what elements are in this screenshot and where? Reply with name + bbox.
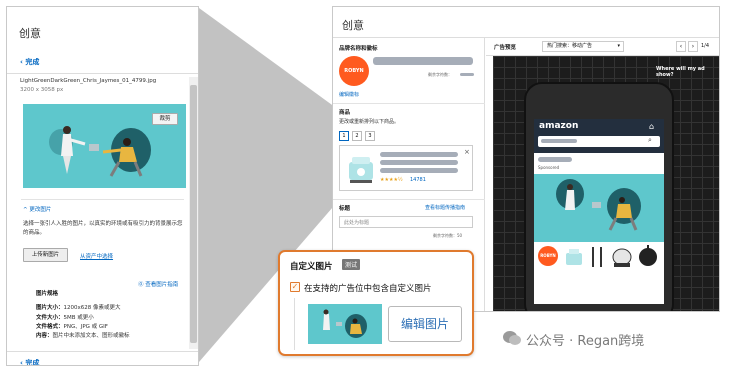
placement-select[interactable]: 热门搜索：移动广告 ▾ [542,41,624,52]
chars-left-value [460,73,474,76]
brand-logo[interactable]: ROBYN [339,56,369,86]
edit-image-button[interactable]: 编辑图片 [388,306,462,342]
amazon-logo: amazon [539,121,579,131]
checkmark-icon: ✓ [291,282,299,291]
product-tab-3[interactable]: 3 [365,131,375,141]
headline-section-label: 标题 [339,206,351,212]
product-thumbnail [349,157,373,183]
ad-brand-logo[interactable]: ROBYN [538,246,558,266]
file-dimensions: 3200 x 3058 px [20,87,64,93]
sponsored-label: Sponsored [538,165,560,170]
spec-row: 图片大小：1200x628 像素或更大 [36,303,121,311]
spec-value: PNG、JPG 或 GIF [63,324,108,330]
change-image-label: 更改图片 [29,207,52,213]
ad-preview: 广告预览 热门搜索：移动广告 ▾ ‹ › 1/4 Where will my ad… [486,38,719,311]
phone-screen: amazon ⌂ ⌕ Sponsored ROBYN [534,119,664,304]
spec-row: 文件大小：5MB 或更小 [36,313,94,321]
search-icon[interactable]: ⌕ [648,136,652,145]
edit-logo-link[interactable]: 编辑徽标 [339,91,359,98]
change-image-toggle[interactable]: ^ 更改图片 [23,205,51,213]
wechat-icon [503,331,521,345]
panel-title: 创意 [342,19,364,32]
upload-image-button[interactable]: 上传新图片 [23,248,68,262]
divider [333,103,485,104]
view-image-guide-link[interactable]: ⓪ 查看图片指南 [138,280,178,288]
ad-products-row[interactable] [564,243,662,271]
chars-left: 剩余字符数：50 [433,233,463,238]
divider [7,73,198,74]
page-indicator: 1/4 [701,43,710,49]
ad-custom-image[interactable] [534,174,664,242]
panel-title: 创意 [19,27,41,40]
view-image-guide-label: 查看图片指南 [145,282,179,288]
headline-input[interactable]: 此处为标题 [339,216,473,228]
product-title-line [380,152,458,157]
amazon-search-input[interactable]: ⌕ [538,136,660,147]
headline-guide-link[interactable]: 查看标题传播指南 [425,204,465,211]
divider [333,199,485,200]
spec-key: 内容： [36,333,53,339]
scrollbar-thumb[interactable] [190,85,197,343]
ad-headline-bar [538,157,572,162]
brand-name-field[interactable] [373,57,473,65]
chars-left: 剩余字符数： [428,72,452,77]
custom-image-title: 自定义图片 [290,262,333,272]
done-label: 完成 [25,359,40,366]
divider [21,199,184,200]
placement-select-value: 热门搜索：移动广告 [547,43,593,49]
custom-image-callout: 自定义图片 测试 ✓ 在支持的广告位中包含自定义图片 编辑图片 [278,250,474,356]
custom-image-thumbnail-art [308,304,382,344]
preview-label: 广告预览 [494,45,517,51]
product-title-line [380,160,458,165]
product-card[interactable]: ★★★★½ 14781 × [339,145,473,191]
spec-key: 文件格式： [36,324,64,330]
brand-section-label: 品牌名称和徽标 [339,46,378,52]
product-title-line [380,168,458,173]
prev-page-button[interactable]: ‹ [676,41,686,52]
crop-button[interactable]: 裁剪 [152,113,178,125]
spec-title: 图片规格 [36,291,59,297]
file-name: LightGreenDarkGreen_Chris_Jaymes_01_4799… [20,78,157,84]
close-icon[interactable]: × [464,148,470,156]
custom-image-thumbnail [308,304,382,344]
spec-value: 图片中未添加文本、图形或徽标 [52,333,130,339]
watermark: 公众号 · Regan跨境 [526,334,645,349]
done-link-bottom[interactable]: ‹ 完成 [20,358,40,366]
product-section-label: 商品 [339,110,351,116]
creative-panel-expanded: 创意 ‹ 完成 LightGreenDarkGreen_Chris_Jaymes… [6,6,199,366]
beta-badge: 测试 [342,259,361,270]
amazon-nav-bar: amazon ⌂ ⌕ [534,119,664,153]
ad-image-art [556,179,641,231]
spec-key: 图片大小： [36,305,64,311]
spec-value: 5MB 或更小 [63,315,94,321]
where-ad-shows-link[interactable]: Where will my ad show? [656,66,719,78]
done-link-top[interactable]: ‹ 完成 [20,57,39,67]
image-description: 选择一张引人入胜的图片，以真实的环境或有吸引力的背景展示您的商品。 [23,221,183,236]
done-label: 完成 [25,58,40,66]
chevron-down-icon: ▾ [617,43,620,49]
divider [7,351,198,352]
spec-row: 文件格式：PNG、JPG 或 GIF [36,322,108,330]
include-custom-image-label: 在支持的广告位中包含自定义图片 [304,284,432,294]
cart-icon[interactable]: ⌂ [649,122,654,131]
star-rating: ★★★★½ [380,177,403,183]
product-tab-1[interactable]: 1 [339,131,349,141]
product-hint: 更改或重新排列以下商品。 [339,119,400,125]
spec-key: 文件大小： [36,315,64,321]
product-tab-2[interactable]: 2 [352,131,362,141]
spec-row: 内容：图片中未添加文本、图形或徽标 [36,331,130,339]
search-placeholder-bar [541,139,577,143]
divider [294,298,295,350]
review-count: 14781 [410,177,426,183]
include-custom-image-checkbox[interactable]: ✓ [290,282,300,292]
spec-value: 1200x628 像素或更大 [63,305,121,311]
choose-from-assets-link[interactable]: 从资产中选择 [80,252,113,260]
next-page-button[interactable]: › [688,41,698,52]
